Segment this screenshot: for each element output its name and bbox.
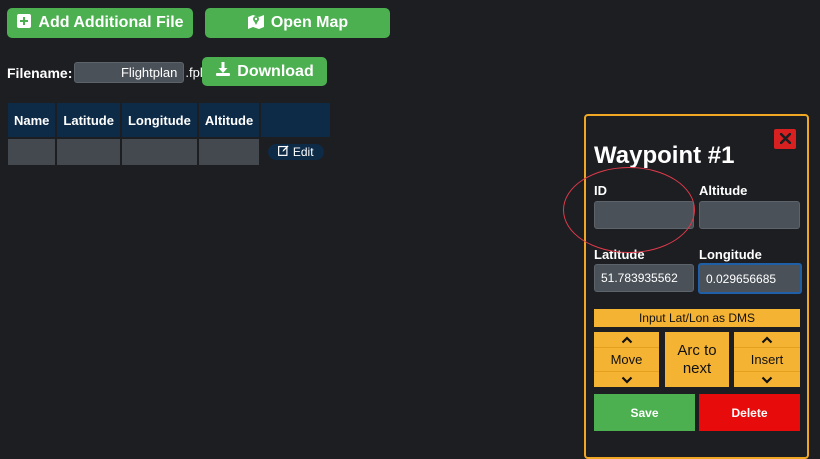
cell-latitude — [55, 137, 122, 167]
waypoint-table: Name Latitude Longitude Altitude Edit — [5, 101, 333, 167]
download-icon — [215, 61, 231, 82]
table-header-row: Name Latitude Longitude Altitude — [5, 101, 333, 139]
id-label: ID — [594, 183, 607, 198]
column-header-latitude: Latitude — [55, 101, 122, 139]
chevron-up-icon — [761, 332, 773, 347]
download-label: Download — [237, 62, 314, 80]
longitude-input[interactable] — [698, 263, 802, 294]
close-icon — [779, 132, 791, 147]
insert-label: Insert — [750, 352, 784, 367]
filename-input[interactable] — [74, 62, 185, 83]
latitude-input[interactable] — [594, 264, 694, 292]
edit-label: Edit — [292, 145, 314, 159]
move-up-button[interactable] — [594, 332, 659, 348]
plus-square-icon — [16, 13, 32, 34]
filename-row: Filename: .fpl — [7, 62, 203, 83]
chevron-down-icon — [621, 372, 633, 387]
delete-button[interactable]: Delete — [699, 394, 800, 431]
move-stepper: Move — [594, 332, 659, 387]
save-button[interactable]: Save — [594, 394, 695, 431]
id-input[interactable] — [594, 201, 694, 229]
longitude-label: Longitude — [699, 247, 762, 262]
altitude-label: Altitude — [699, 183, 748, 198]
column-header-name: Name — [5, 101, 58, 139]
edit-icon — [277, 145, 289, 159]
column-header-altitude: Altitude — [196, 101, 262, 139]
filename-label: Filename: — [7, 64, 73, 81]
chevron-up-icon — [621, 332, 633, 347]
close-button[interactable] — [774, 129, 796, 149]
cell-altitude — [196, 137, 262, 167]
insert-up-button[interactable] — [734, 332, 800, 348]
add-additional-file-button[interactable]: Add Additional File — [7, 8, 193, 38]
input-dms-button[interactable]: Input Lat/Lon as DMS — [594, 309, 800, 327]
edit-button[interactable]: Edit — [267, 144, 324, 160]
insert-down-button[interactable] — [734, 371, 800, 387]
map-marker-icon — [247, 13, 265, 34]
move-label: Move — [610, 352, 643, 367]
table-row[interactable]: Edit — [5, 137, 333, 167]
panel-title: Waypoint #1 — [594, 142, 735, 169]
download-button[interactable]: Download — [202, 57, 327, 86]
open-map-button[interactable]: Open Map — [205, 8, 390, 38]
arc-to-next-button[interactable]: Arc to next — [665, 332, 729, 387]
latitude-label: Latitude — [594, 247, 645, 262]
filename-extension: .fpl — [185, 65, 203, 80]
move-down-button[interactable] — [594, 371, 659, 387]
arc-label: Arc to next — [677, 341, 717, 377]
add-file-label: Add Additional File — [38, 14, 184, 31]
cell-longitude — [119, 137, 199, 167]
column-header-actions — [259, 101, 333, 139]
waypoint-panel: Waypoint #1 ID Altitude Latitude Longitu… — [584, 114, 809, 459]
chevron-down-icon — [761, 372, 773, 387]
open-map-label: Open Map — [270, 14, 349, 31]
insert-stepper: Insert — [734, 332, 800, 387]
cell-actions: Edit — [259, 137, 333, 167]
column-header-longitude: Longitude — [119, 101, 199, 139]
altitude-input[interactable] — [699, 201, 800, 229]
cell-name — [5, 137, 58, 167]
